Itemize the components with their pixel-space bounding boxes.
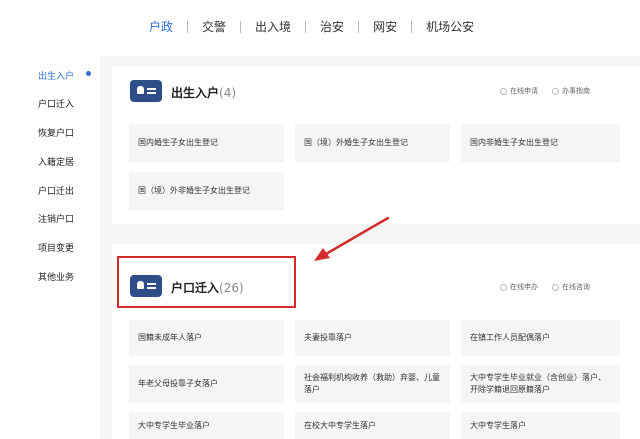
annotation-arrow (314, 216, 390, 261)
